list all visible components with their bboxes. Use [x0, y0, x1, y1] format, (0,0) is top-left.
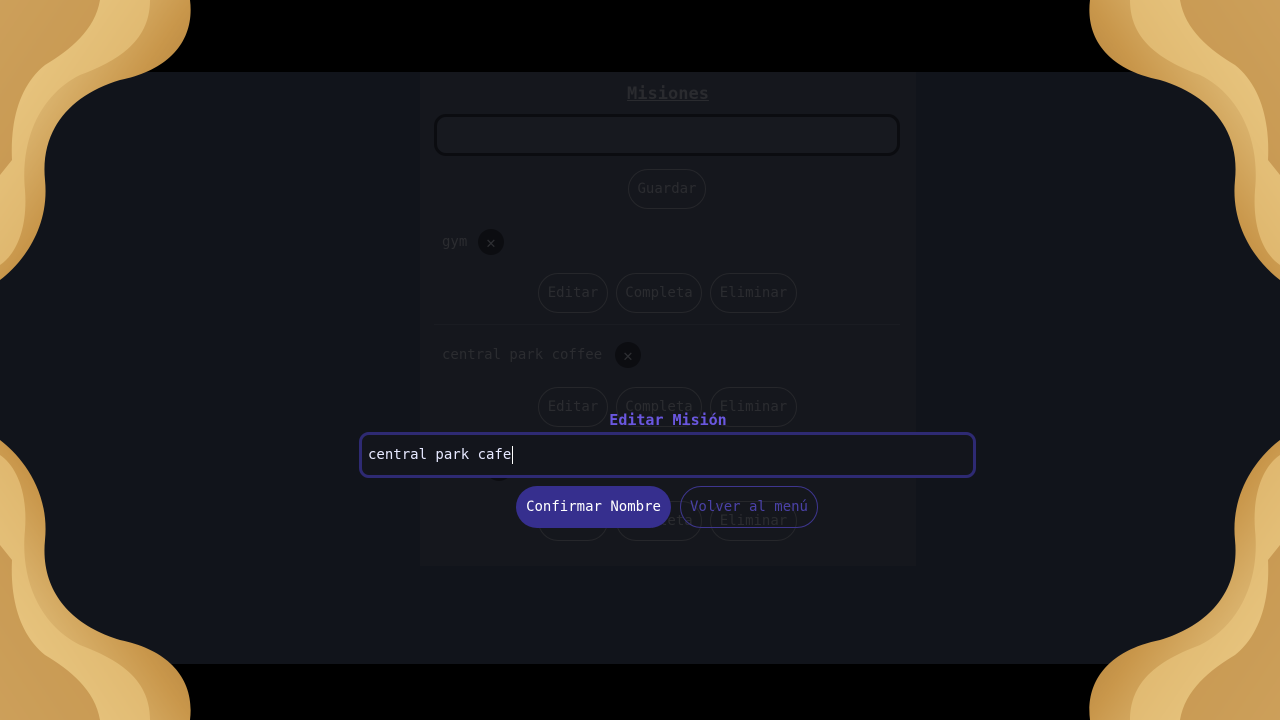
- mission-name: gym: [442, 234, 468, 250]
- x-icon[interactable]: ✕: [615, 342, 641, 368]
- delete-button[interactable]: Eliminar: [710, 273, 797, 313]
- new-mission-input[interactable]: [434, 114, 900, 156]
- gold-swirl-decoration: [0, 440, 191, 720]
- complete-button[interactable]: Completa: [616, 273, 702, 313]
- text-caret: [512, 446, 513, 464]
- confirm-name-button[interactable]: Confirmar Nombre: [516, 486, 671, 528]
- gold-swirl-decoration: [1089, 440, 1280, 720]
- mission-name: central park coffee: [442, 347, 603, 363]
- missions-panel: Misiones Guardar gym ✕ Editar Completa E…: [420, 72, 916, 566]
- gold-swirl-decoration: [0, 0, 191, 280]
- save-button[interactable]: Guardar: [628, 169, 706, 209]
- mission-name-input[interactable]: [359, 432, 976, 478]
- edit-dialog-title: Editar Misión: [609, 411, 727, 429]
- gold-swirl-decoration: [1089, 0, 1280, 280]
- back-to-menu-button[interactable]: Volver al menú: [680, 486, 818, 528]
- x-icon[interactable]: ✕: [478, 229, 504, 255]
- edit-button[interactable]: Editar: [538, 273, 608, 313]
- panel-title: Misiones: [627, 84, 709, 104]
- divider: [434, 324, 900, 325]
